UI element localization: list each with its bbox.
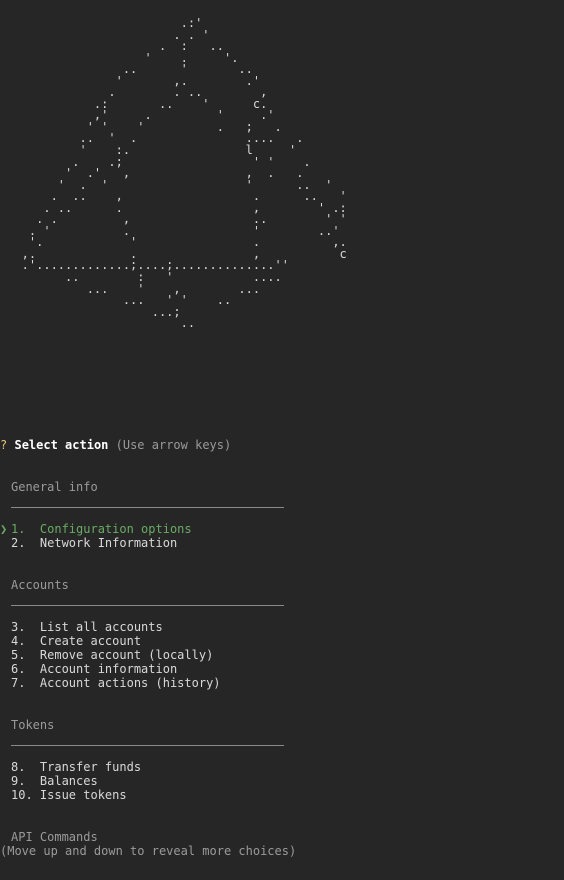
prompt-hint: (Use arrow keys) — [115, 438, 232, 452]
choice-issue-tokens[interactable]: 10. Issue tokens — [11, 788, 127, 802]
separator-tokens — [11, 745, 284, 746]
choice-list-all-accounts[interactable]: 3. List all accounts — [11, 620, 163, 634]
section-general-info: General info — [11, 480, 98, 494]
choice-label: 1. Configuration options — [11, 522, 192, 536]
separator-accounts — [11, 605, 284, 606]
prompt-question-mark: ? — [0, 438, 8, 452]
section-tokens: Tokens — [11, 718, 55, 732]
footer-hint: (Move up and down to reveal more choices… — [0, 844, 297, 858]
choice-remove-account[interactable]: 5. Remove account (locally) — [11, 648, 213, 662]
section-api-commands: API Commands — [11, 830, 98, 844]
prompt-message: Select action — [14, 438, 109, 452]
separator-general — [11, 507, 284, 508]
choice-configuration-options[interactable]: ❯ 1. Configuration options — [0, 522, 192, 536]
choice-account-information[interactable]: 6. Account information — [11, 662, 177, 676]
choice-create-account[interactable]: 4. Create account — [11, 634, 141, 648]
choice-transfer-funds[interactable]: 8. Transfer funds — [11, 760, 141, 774]
ascii-logo-art: .:' . . ' . : .. ' . '. .. ' .. ' ,. .' … — [21, 16, 347, 331]
section-accounts: Accounts — [11, 578, 69, 592]
prompt-line: ? Select action (Use arrow keys) — [0, 438, 231, 452]
choice-network-information[interactable]: 2. Network Information — [11, 536, 177, 550]
choice-account-actions[interactable]: 7. Account actions (history) — [11, 676, 221, 690]
choice-balances[interactable]: 9. Balances — [11, 774, 98, 788]
selection-pointer-icon: ❯ — [0, 522, 8, 536]
terminal-window: .:' . . ' . : .. ' . '. .. ' .. ' ,. .' … — [0, 0, 564, 880]
